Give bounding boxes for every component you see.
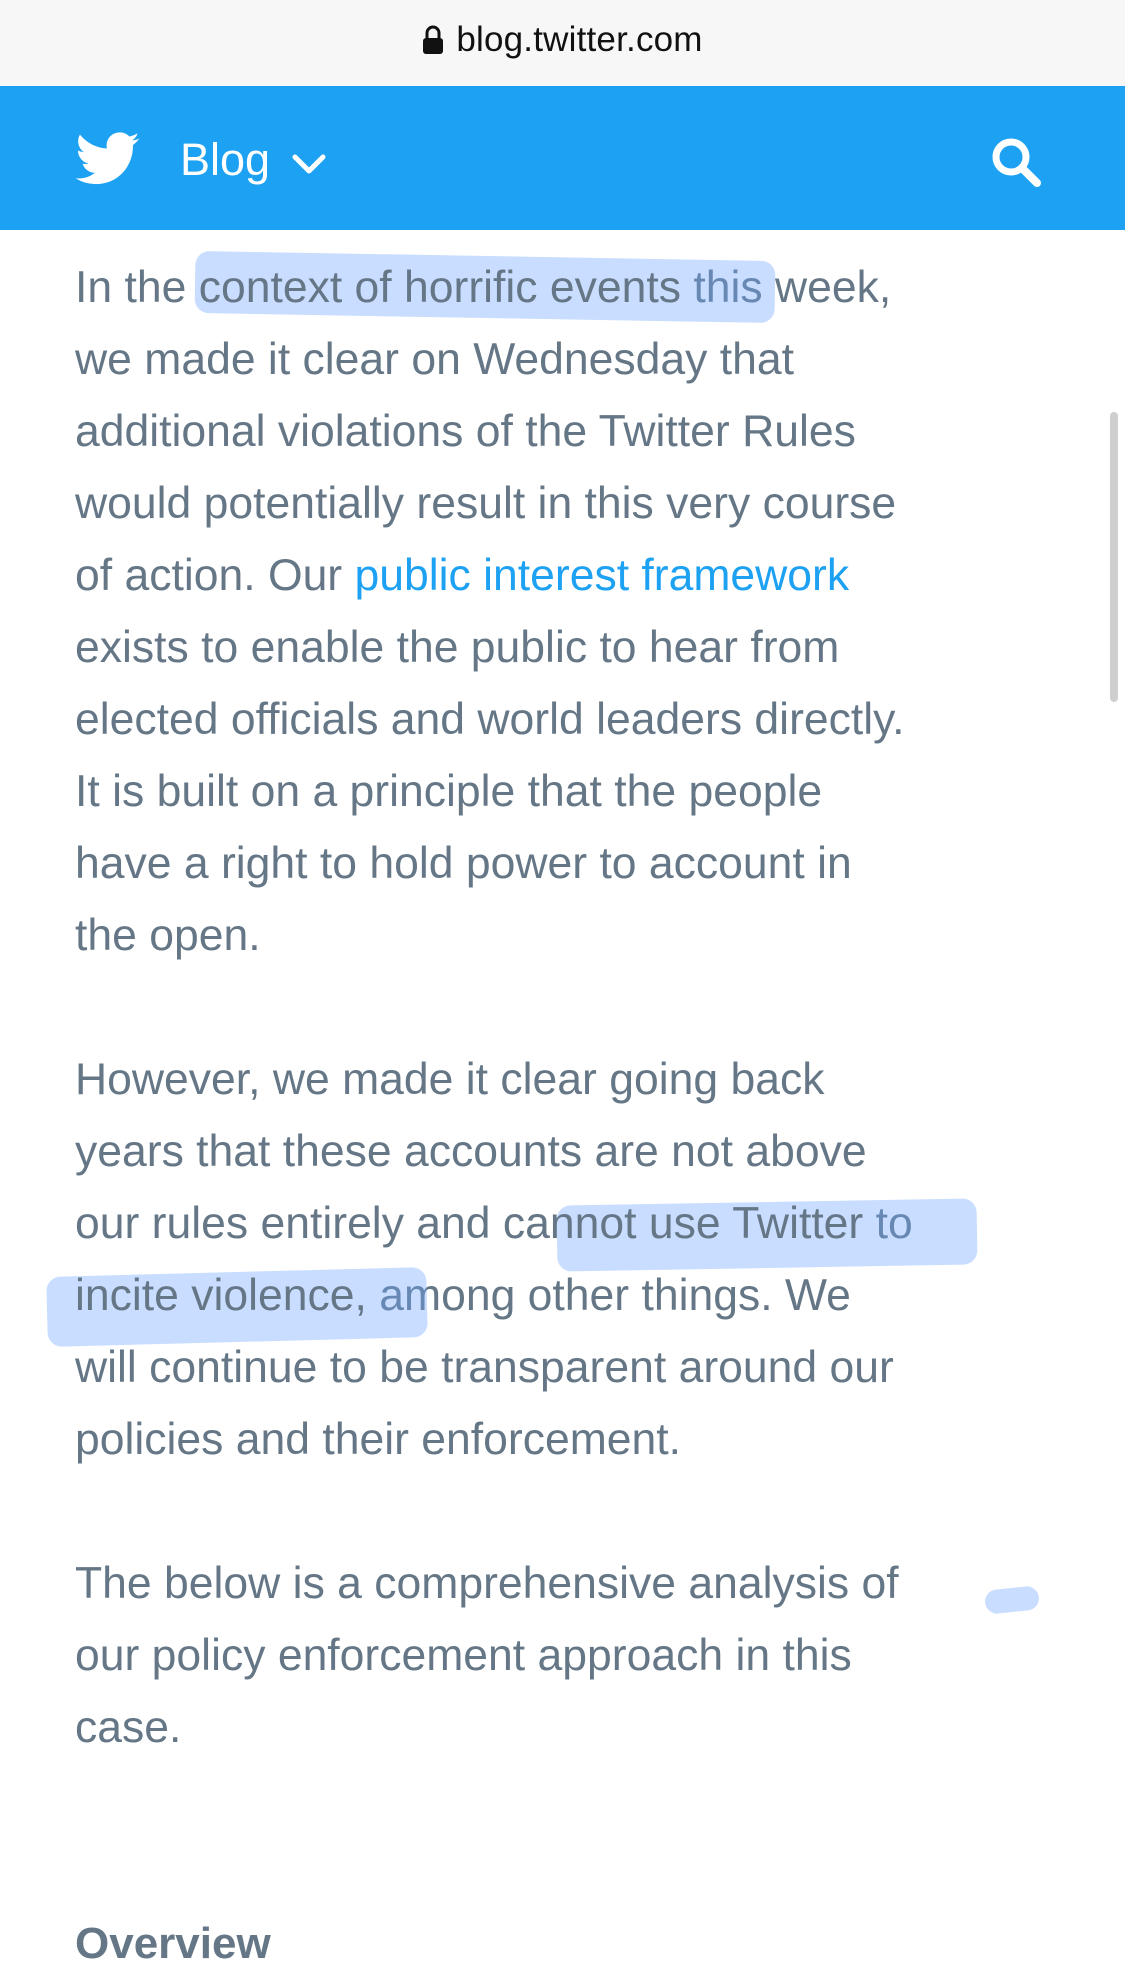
highlighted-text: incite violence, (75, 1271, 367, 1320)
text-line: However, we made it clear going back (75, 1055, 825, 1104)
scrollbar[interactable] (1110, 412, 1118, 702)
text-line: of action. Our public interest framework (75, 551, 850, 600)
search-icon[interactable] (990, 136, 1042, 188)
text-line: we made it clear on Wednesday that (75, 335, 794, 384)
highlighted-text: context of horrific events (198, 263, 682, 312)
blog-nav-label: Blog (180, 134, 271, 185)
text-line: the open. (75, 911, 261, 960)
browser-address-bar[interactable]: blog.twitter.com (0, 0, 1125, 87)
chevron-down-icon (292, 154, 326, 174)
text-line: case. (75, 1703, 182, 1752)
url-text: blog.twitter.com (456, 20, 703, 59)
text-line: will continue to be transparent around o… (75, 1343, 894, 1392)
text-line: elected officials and world leaders dire… (75, 695, 905, 744)
public-interest-framework-link[interactable]: public interest framework (355, 551, 850, 600)
paragraph-2: However, we made it clear going back yea… (46, 1044, 1075, 1476)
text-line: policies and their enforcement. (75, 1415, 682, 1464)
text-line: our policy enforcement approach in this (75, 1631, 852, 1680)
twitter-bird-icon[interactable] (75, 132, 141, 186)
site-header: Blog (0, 86, 1125, 230)
text-line: have a right to hold power to account in (75, 839, 852, 888)
text-line: would potentially result in this very co… (75, 479, 897, 528)
lock-icon (423, 25, 444, 54)
paragraph-1: In the context of horrific events this w… (75, 250, 1075, 972)
blog-nav-dropdown[interactable]: Blog (180, 130, 326, 190)
article-body: In the context of horrific events this w… (46, 250, 1075, 1980)
text-line: additional violations of the Twitter Rul… (75, 407, 856, 456)
highlighted-text: cannot use Twitter (502, 1199, 864, 1248)
section-heading-overview: Overview (75, 1919, 271, 1968)
paragraph-3: The below is a comprehensive analysis of… (75, 1548, 1075, 1764)
text-line: years that these accounts are not above (75, 1127, 867, 1176)
text-line: The below is a comprehensive analysis of (75, 1559, 899, 1608)
text-line: exists to enable the public to hear from (75, 623, 840, 672)
text-line: It is built on a principle that the peop… (75, 767, 823, 816)
